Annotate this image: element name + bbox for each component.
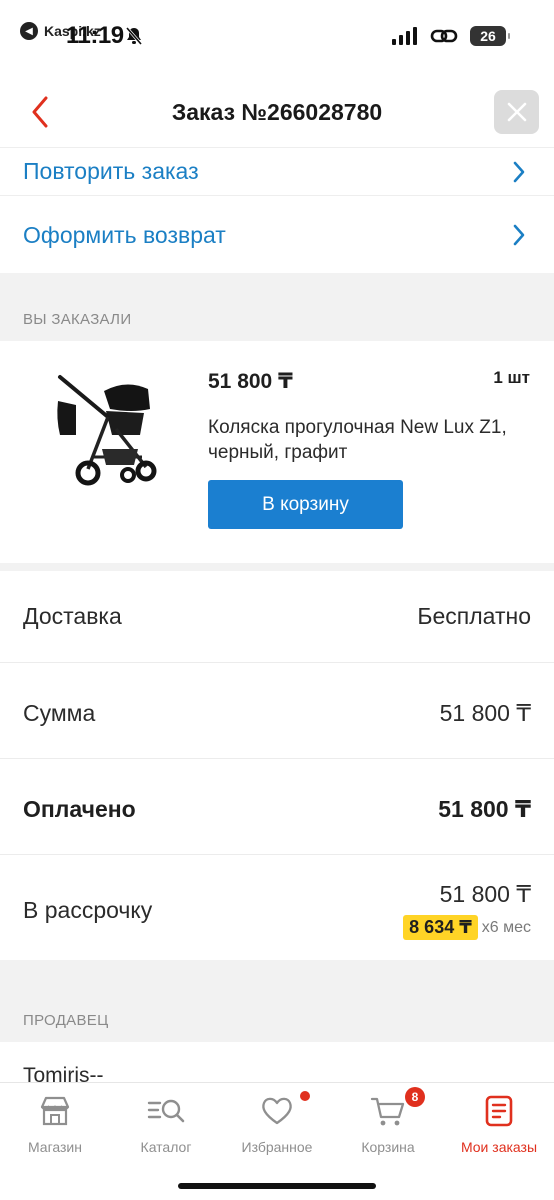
page-title: Заказ №266028780 (171, 99, 383, 125)
installment-value: 51 800 ₸ (439, 881, 531, 907)
battery-indicator: 26 (470, 26, 510, 46)
installment-months: х6 мес (481, 918, 531, 936)
close-button[interactable] (494, 90, 539, 134)
repeat-order-row[interactable]: Повторить заказ (0, 148, 554, 196)
link-icon (430, 29, 458, 43)
return-order-label: Оформить возврат (23, 221, 226, 248)
chevron-right-icon (513, 224, 525, 246)
sum-label: Сумма (23, 700, 96, 726)
installment-monthly-badge: 8 634 ₸ (403, 915, 478, 940)
nav-shop[interactable]: Магазин (0, 1093, 110, 1155)
orders-icon (485, 1095, 513, 1127)
ordered-section-title: ВЫ ЗАКАЗАЛИ (0, 273, 554, 341)
paid-value: 51 800 ₸ (438, 796, 531, 822)
add-to-cart-button[interactable]: В корзину (208, 480, 403, 529)
nav-cart[interactable]: 8 Корзина (333, 1087, 443, 1155)
item-price: 51 800 ₸ (208, 370, 293, 393)
shop-icon (40, 1096, 70, 1126)
nav-shop-label: Магазин (27, 1139, 82, 1155)
favorites-dot (300, 1091, 310, 1101)
signal-icon (392, 27, 417, 45)
installment-row: В рассрочку 51 800 ₸ 8 634 ₸ х6 мес (0, 855, 554, 960)
delivery-label: Доставка (23, 603, 122, 629)
section-divider (0, 563, 554, 571)
seller-section-title: ПРОДАВЕЦ (0, 960, 554, 1042)
status-bar: ◀ Kaspi.kz 11:19 26 (0, 0, 554, 76)
delivery-value: Бесплатно (417, 603, 531, 629)
close-icon (507, 102, 526, 122)
sum-row: Сумма 51 800 ₸ (0, 663, 554, 759)
nav-favorites[interactable]: Избранное (222, 1091, 332, 1155)
cart-icon (370, 1097, 405, 1126)
item-quantity: 1 шт (493, 368, 530, 387)
order-item: 51 800 ₸ 1 шт Коляска прогулочная New Lu… (0, 341, 554, 563)
bell-off-icon (125, 27, 143, 45)
catalog-search-icon (147, 1099, 185, 1123)
delivery-row: Доставка Бесплатно (0, 571, 554, 663)
item-name[interactable]: Коляска прогулочная New Lux Z1, черный, … (208, 415, 518, 465)
nav-cart-label: Корзина (361, 1139, 415, 1155)
nav-my-orders[interactable]: Мои заказы (444, 1093, 554, 1155)
kaspi-app-icon: ◀ (20, 22, 38, 40)
stroller-image[interactable] (46, 369, 166, 489)
nav-catalog[interactable]: Каталог (111, 1093, 221, 1155)
installment-monthly: 8 634 ₸ х6 мес (403, 915, 531, 940)
heart-icon (262, 1097, 292, 1125)
nav-my-orders-label: Мои заказы (460, 1139, 538, 1155)
home-indicator[interactable] (178, 1183, 376, 1189)
paid-label: Оплачено (23, 796, 136, 822)
cart-badge: 8 (405, 1087, 425, 1107)
repeat-order-label: Повторить заказ (23, 158, 199, 184)
return-order-row[interactable]: Оформить возврат (0, 197, 554, 273)
nav-catalog-label: Каталог (140, 1139, 192, 1155)
sum-value: 51 800 ₸ (439, 700, 531, 726)
nav-favorites-label: Избранное (241, 1139, 313, 1155)
installment-label: В рассрочку (23, 897, 153, 923)
paid-row: Оплачено 51 800 ₸ (0, 759, 554, 855)
chevron-right-icon (513, 161, 525, 182)
page-header: Заказ №266028780 (0, 76, 554, 148)
status-time: 11:19 (66, 22, 124, 49)
